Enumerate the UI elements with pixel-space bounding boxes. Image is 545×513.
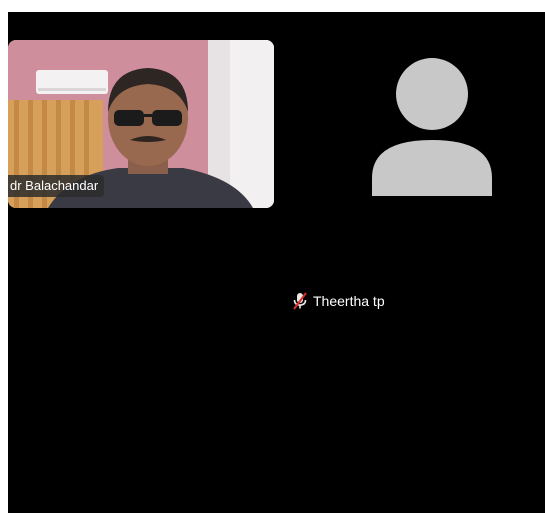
video-tile-name-label: dr Balachandar <box>8 175 105 197</box>
person-avatar-icon <box>372 58 492 196</box>
participant-label: Theertha tp <box>292 292 385 310</box>
participant-name: Theertha tp <box>313 293 385 309</box>
participant-video-tile[interactable]: dr Balachandar <box>8 40 274 208</box>
mic-off-icon <box>293 292 307 310</box>
meeting-stage: dr Balachandar Theertha tp <box>8 12 545 513</box>
